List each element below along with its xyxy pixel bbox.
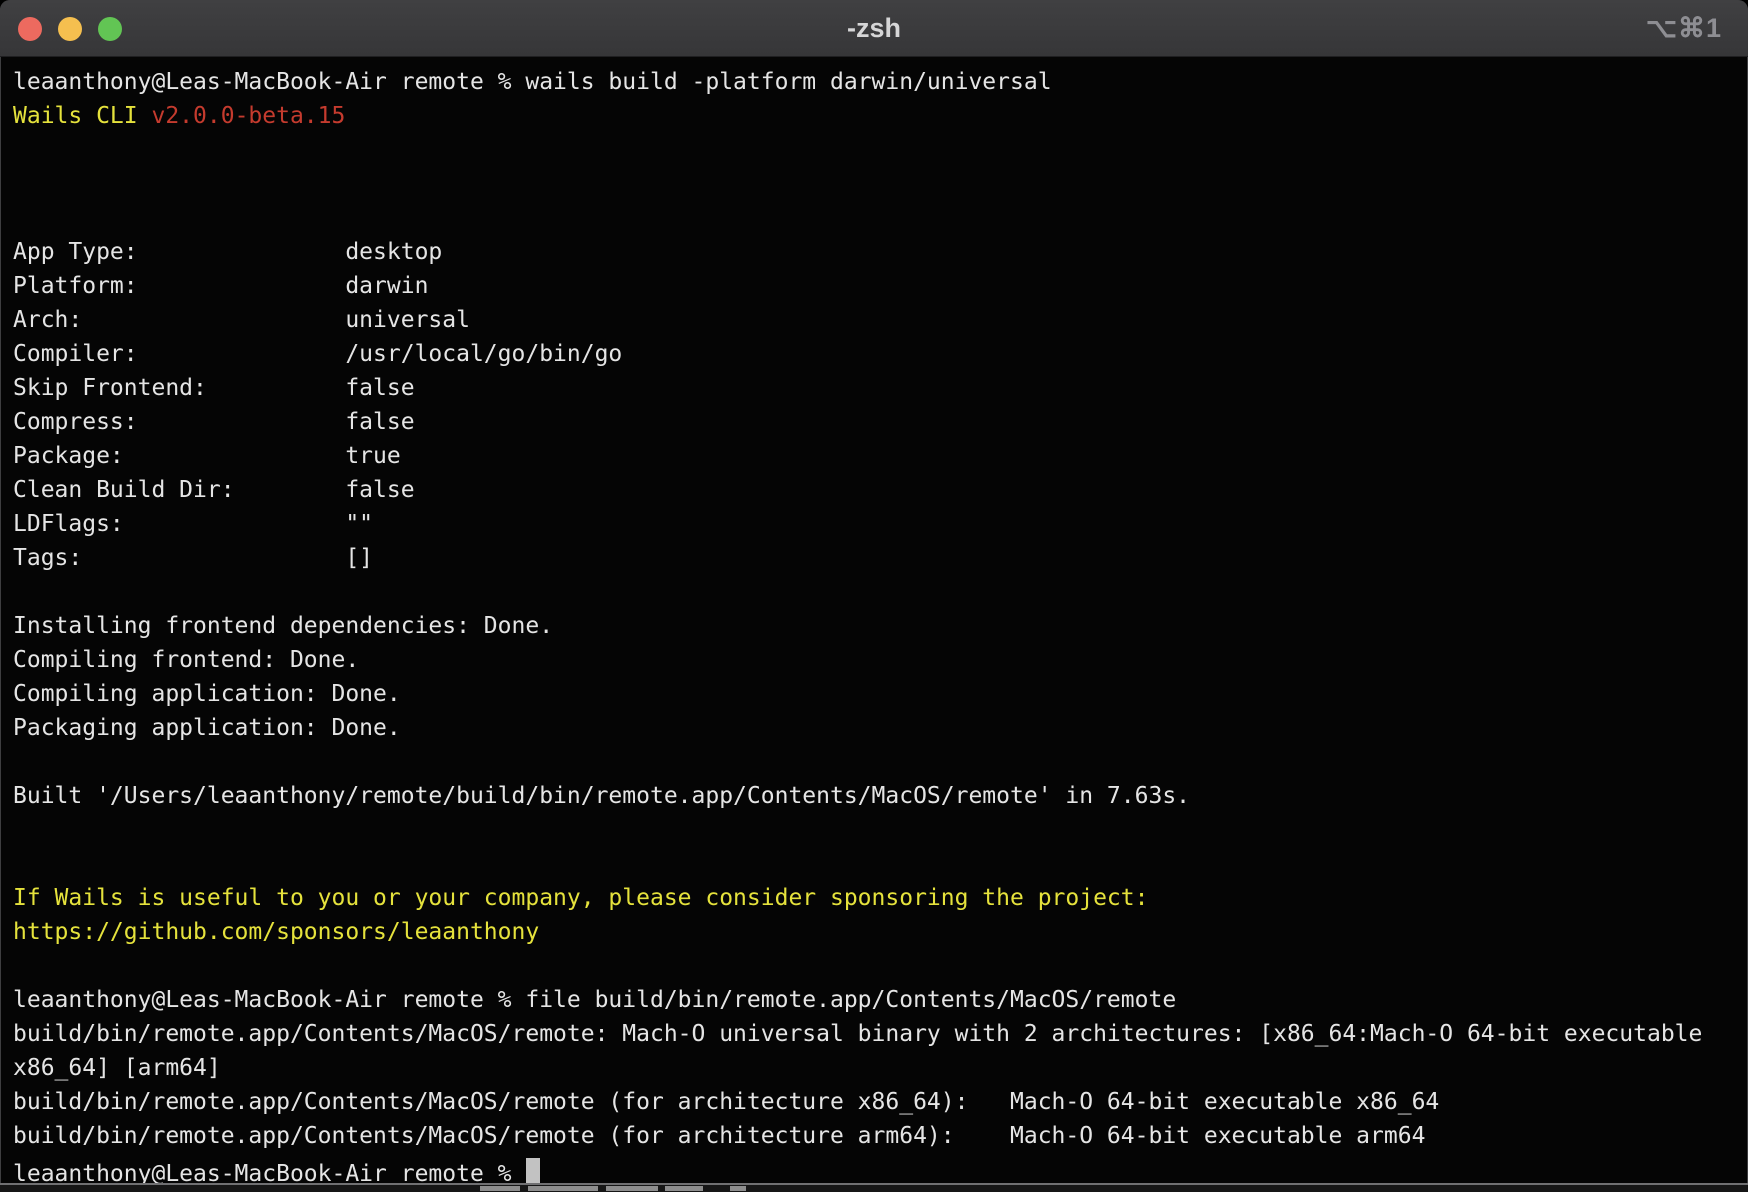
- terminal-line: [13, 133, 1748, 167]
- cut-off-text-fragment: [528, 1186, 598, 1191]
- terminal-line: Package: true: [13, 439, 1748, 473]
- terminal-line: [13, 949, 1748, 983]
- terminal-line: LDFlags: "": [13, 507, 1748, 541]
- zoom-button[interactable]: [98, 17, 122, 41]
- terminal-line: Installing frontend dependencies: Done.: [13, 609, 1748, 643]
- occluded-window-sliver: [0, 1185, 1748, 1192]
- minimize-button[interactable]: [58, 17, 82, 41]
- terminal-line: Platform: darwin: [13, 269, 1748, 303]
- terminal-line: [13, 575, 1748, 609]
- terminal-cursor: [526, 1158, 540, 1185]
- title-bar[interactable]: -zsh ⌥⌘1: [0, 0, 1748, 57]
- terminal-output[interactable]: leaanthony@Leas-MacBook-Air remote % wai…: [0, 57, 1748, 1183]
- window-title: -zsh: [0, 0, 1748, 56]
- cut-off-text-fragment: [665, 1186, 703, 1191]
- terminal-line: [13, 847, 1748, 881]
- traffic-lights: [18, 17, 122, 41]
- terminal-line: leaanthony@Leas-MacBook-Air remote %: [13, 1153, 1748, 1185]
- terminal-line: Compiling application: Done.: [13, 677, 1748, 711]
- terminal-line: [13, 201, 1748, 235]
- terminal-line: https://github.com/sponsors/leaanthony: [13, 915, 1748, 949]
- terminal-line: Compiler: /usr/local/go/bin/go: [13, 337, 1748, 371]
- terminal-line: leaanthony@Leas-MacBook-Air remote % fil…: [13, 983, 1748, 1017]
- terminal-line: x86_64] [arm64]: [13, 1051, 1748, 1085]
- terminal-line: Built '/Users/leaanthony/remote/build/bi…: [13, 779, 1748, 813]
- terminal-line: Packaging application: Done.: [13, 711, 1748, 745]
- terminal-line: [13, 167, 1748, 201]
- terminal-line: If Wails is useful to you or your compan…: [13, 881, 1748, 915]
- terminal-line: Tags: []: [13, 541, 1748, 575]
- terminal-line: Wails CLI v2.0.0-beta.15: [13, 99, 1748, 133]
- close-button[interactable]: [18, 17, 42, 41]
- cut-off-text-fragment: [606, 1186, 658, 1191]
- terminal-line: Compiling frontend: Done.: [13, 643, 1748, 677]
- terminal-line: App Type: desktop: [13, 235, 1748, 269]
- terminal-line: build/bin/remote.app/Contents/MacOS/remo…: [13, 1085, 1748, 1119]
- terminal-line: build/bin/remote.app/Contents/MacOS/remo…: [13, 1017, 1748, 1051]
- terminal-line: build/bin/remote.app/Contents/MacOS/remo…: [13, 1119, 1748, 1153]
- cut-off-text-fragment: [730, 1186, 746, 1191]
- terminal-line: leaanthony@Leas-MacBook-Air remote % wai…: [13, 65, 1748, 99]
- terminal-window: -zsh ⌥⌘1 leaanthony@Leas-MacBook-Air rem…: [0, 0, 1748, 1185]
- terminal-line: [13, 745, 1748, 779]
- terminal-line: Skip Frontend: false: [13, 371, 1748, 405]
- keyboard-shortcut-badge: ⌥⌘1: [1646, 0, 1722, 56]
- terminal-line: Arch: universal: [13, 303, 1748, 337]
- terminal-line: Compress: false: [13, 405, 1748, 439]
- terminal-line: Clean Build Dir: false: [13, 473, 1748, 507]
- cut-off-text-fragment: [480, 1186, 520, 1191]
- terminal-line: [13, 813, 1748, 847]
